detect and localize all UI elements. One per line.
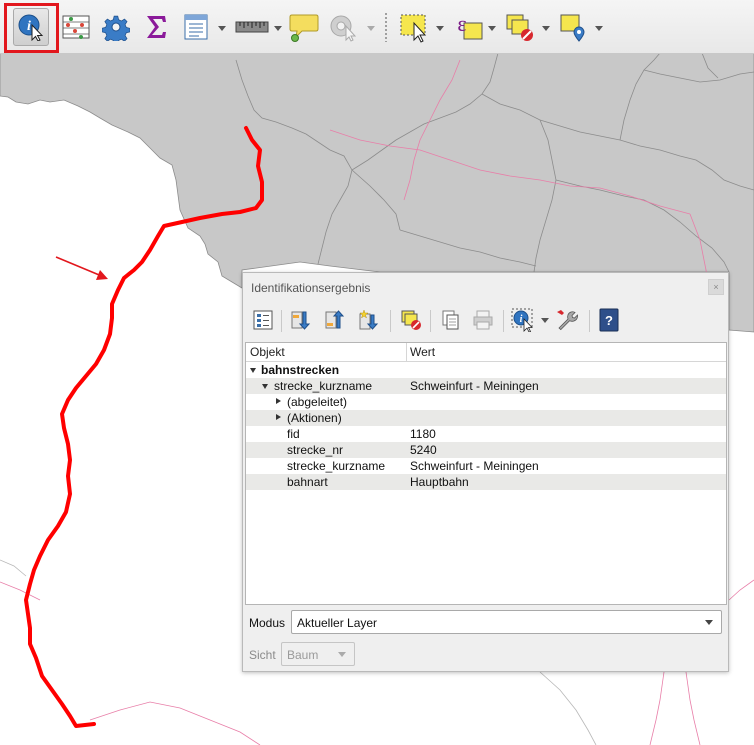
row-key: strecke_kurzname (274, 379, 373, 393)
select-features-icon (400, 14, 427, 43)
identify-mode-button[interactable]: i (511, 308, 535, 332)
chevron-down-icon[interactable] (542, 26, 550, 31)
chevron-down-icon[interactable] (274, 26, 282, 31)
column-header-object[interactable]: Objekt (250, 345, 285, 359)
measure-button[interactable] (232, 8, 272, 46)
identify-features-icon: i (511, 308, 533, 332)
measure-ruler-icon (235, 21, 269, 33)
tree-row-attribute[interactable]: bahnart Hauptbahn (246, 474, 726, 490)
chevron-down-icon (338, 652, 346, 657)
close-button[interactable]: × (708, 279, 724, 295)
row-value: 5240 (410, 443, 437, 457)
copy-icon (442, 310, 459, 330)
row-value: Schweinfurt - Meiningen (410, 379, 539, 393)
mode-value: Aktueller Layer (297, 616, 378, 630)
svg-text:i: i (520, 314, 523, 325)
toolbar-grip[interactable] (384, 12, 388, 42)
print-button[interactable] (471, 308, 495, 332)
row-key: (Aktionen) (287, 411, 342, 425)
chevron-down-icon[interactable] (541, 318, 549, 323)
tree-row-derived[interactable]: (abgeleitet) (246, 394, 726, 410)
identify-results-panel: Identifikationsergebnis × i ? Objekt Wer… (242, 272, 729, 672)
select-by-location-button[interactable] (556, 8, 592, 46)
tree-row-feature[interactable]: strecke_kurzname Schweinfurt - Meiningen (246, 378, 726, 394)
chevron-down-icon[interactable] (595, 26, 603, 31)
processing-gear-icon (102, 15, 130, 41)
run-action-icon (330, 15, 357, 42)
row-value: Schweinfurt - Meiningen (410, 459, 539, 473)
row-key: (abgeleitet) (287, 395, 348, 409)
copy-feature-button[interactable] (439, 308, 463, 332)
chevron-down-icon[interactable] (436, 26, 444, 31)
view-select[interactable]: Baum (281, 642, 355, 666)
layer-name: bahnstrecken (261, 363, 340, 377)
attributes-table-icon (62, 15, 90, 39)
help-button[interactable]: ? (597, 308, 621, 332)
row-value: 1180 (410, 427, 436, 441)
row-value: Hauptbahn (410, 475, 469, 489)
collapse-tree-button[interactable] (323, 308, 347, 332)
close-icon: × (713, 282, 719, 292)
tree-header: Objekt Wert (246, 343, 726, 362)
tree-view-icon (253, 310, 273, 330)
tree-row-attribute[interactable]: strecke_nr 5240 (246, 442, 726, 458)
select-features-button[interactable] (396, 8, 432, 46)
statistical-summary-button[interactable] (138, 8, 174, 46)
results-tree[interactable]: Objekt Wert bahnstrecken strecke_kurznam… (245, 342, 727, 605)
settings-button[interactable] (555, 308, 579, 332)
panel-toolbar: i ? (249, 307, 719, 335)
select-by-expression-icon: ε (457, 11, 483, 40)
statistics-sum-icon (147, 16, 166, 38)
tree-row-layer[interactable]: bahnstrecken (246, 362, 726, 378)
chevron-down-icon[interactable] (488, 26, 496, 31)
svg-text:ε: ε (457, 11, 466, 36)
expand-new-button[interactable] (357, 308, 381, 332)
column-header-value[interactable]: Wert (410, 345, 435, 359)
wrench-icon (557, 310, 579, 331)
processing-toolbox-button[interactable] (98, 8, 134, 46)
help-icon: ? (599, 308, 619, 332)
clear-results-button[interactable] (399, 308, 423, 332)
field-calculator-button[interactable] (178, 8, 214, 46)
mode-label: Modus (249, 616, 286, 630)
deselect-features-icon (401, 310, 421, 330)
chevron-down-icon[interactable] (218, 26, 226, 31)
main-toolbar: i ε (0, 0, 754, 54)
deselect-features-icon (506, 14, 533, 41)
expand-new-results-button[interactable] (251, 308, 275, 332)
field-calculator-icon (184, 14, 208, 40)
expand-tree-button[interactable] (289, 308, 313, 332)
view-label: Sicht (249, 648, 276, 662)
tree-row-actions[interactable]: (Aktionen) (246, 410, 726, 426)
collapse-tree-icon (325, 310, 345, 329)
row-key: fid (287, 427, 300, 441)
run-action-button[interactable] (326, 8, 362, 46)
deselect-features-button[interactable] (502, 8, 538, 46)
row-key: strecke_kurzname (287, 459, 386, 473)
expand-arrow-icon[interactable] (276, 398, 281, 404)
expand-arrow-icon[interactable] (276, 414, 281, 420)
svg-text:?: ? (605, 313, 613, 328)
identify-highlight-box (4, 3, 59, 53)
panel-title: Identifikationsergebnis (251, 281, 371, 295)
expand-arrow-icon[interactable] (262, 384, 268, 389)
select-by-location-icon (560, 14, 585, 42)
print-icon (473, 310, 493, 330)
map-tips-icon (289, 14, 319, 42)
expand-arrow-icon[interactable] (250, 368, 256, 373)
mode-select[interactable]: Aktueller Layer (291, 610, 722, 634)
expand-tree-icon (291, 311, 311, 330)
select-by-expression-button[interactable]: ε (450, 8, 486, 46)
chevron-down-icon (705, 620, 713, 625)
view-value: Baum (287, 648, 319, 662)
tree-row-attribute[interactable]: fid 1180 (246, 426, 726, 442)
chevron-down-icon[interactable] (367, 26, 375, 31)
row-key: strecke_nr (287, 443, 344, 457)
attributes-table-button[interactable] (58, 8, 94, 46)
map-tips-button[interactable] (286, 8, 322, 46)
tree-row-attribute[interactable]: strecke_kurzname Schweinfurt - Meiningen (246, 458, 726, 474)
row-key: bahnart (287, 475, 328, 489)
expand-new-icon (359, 309, 379, 330)
